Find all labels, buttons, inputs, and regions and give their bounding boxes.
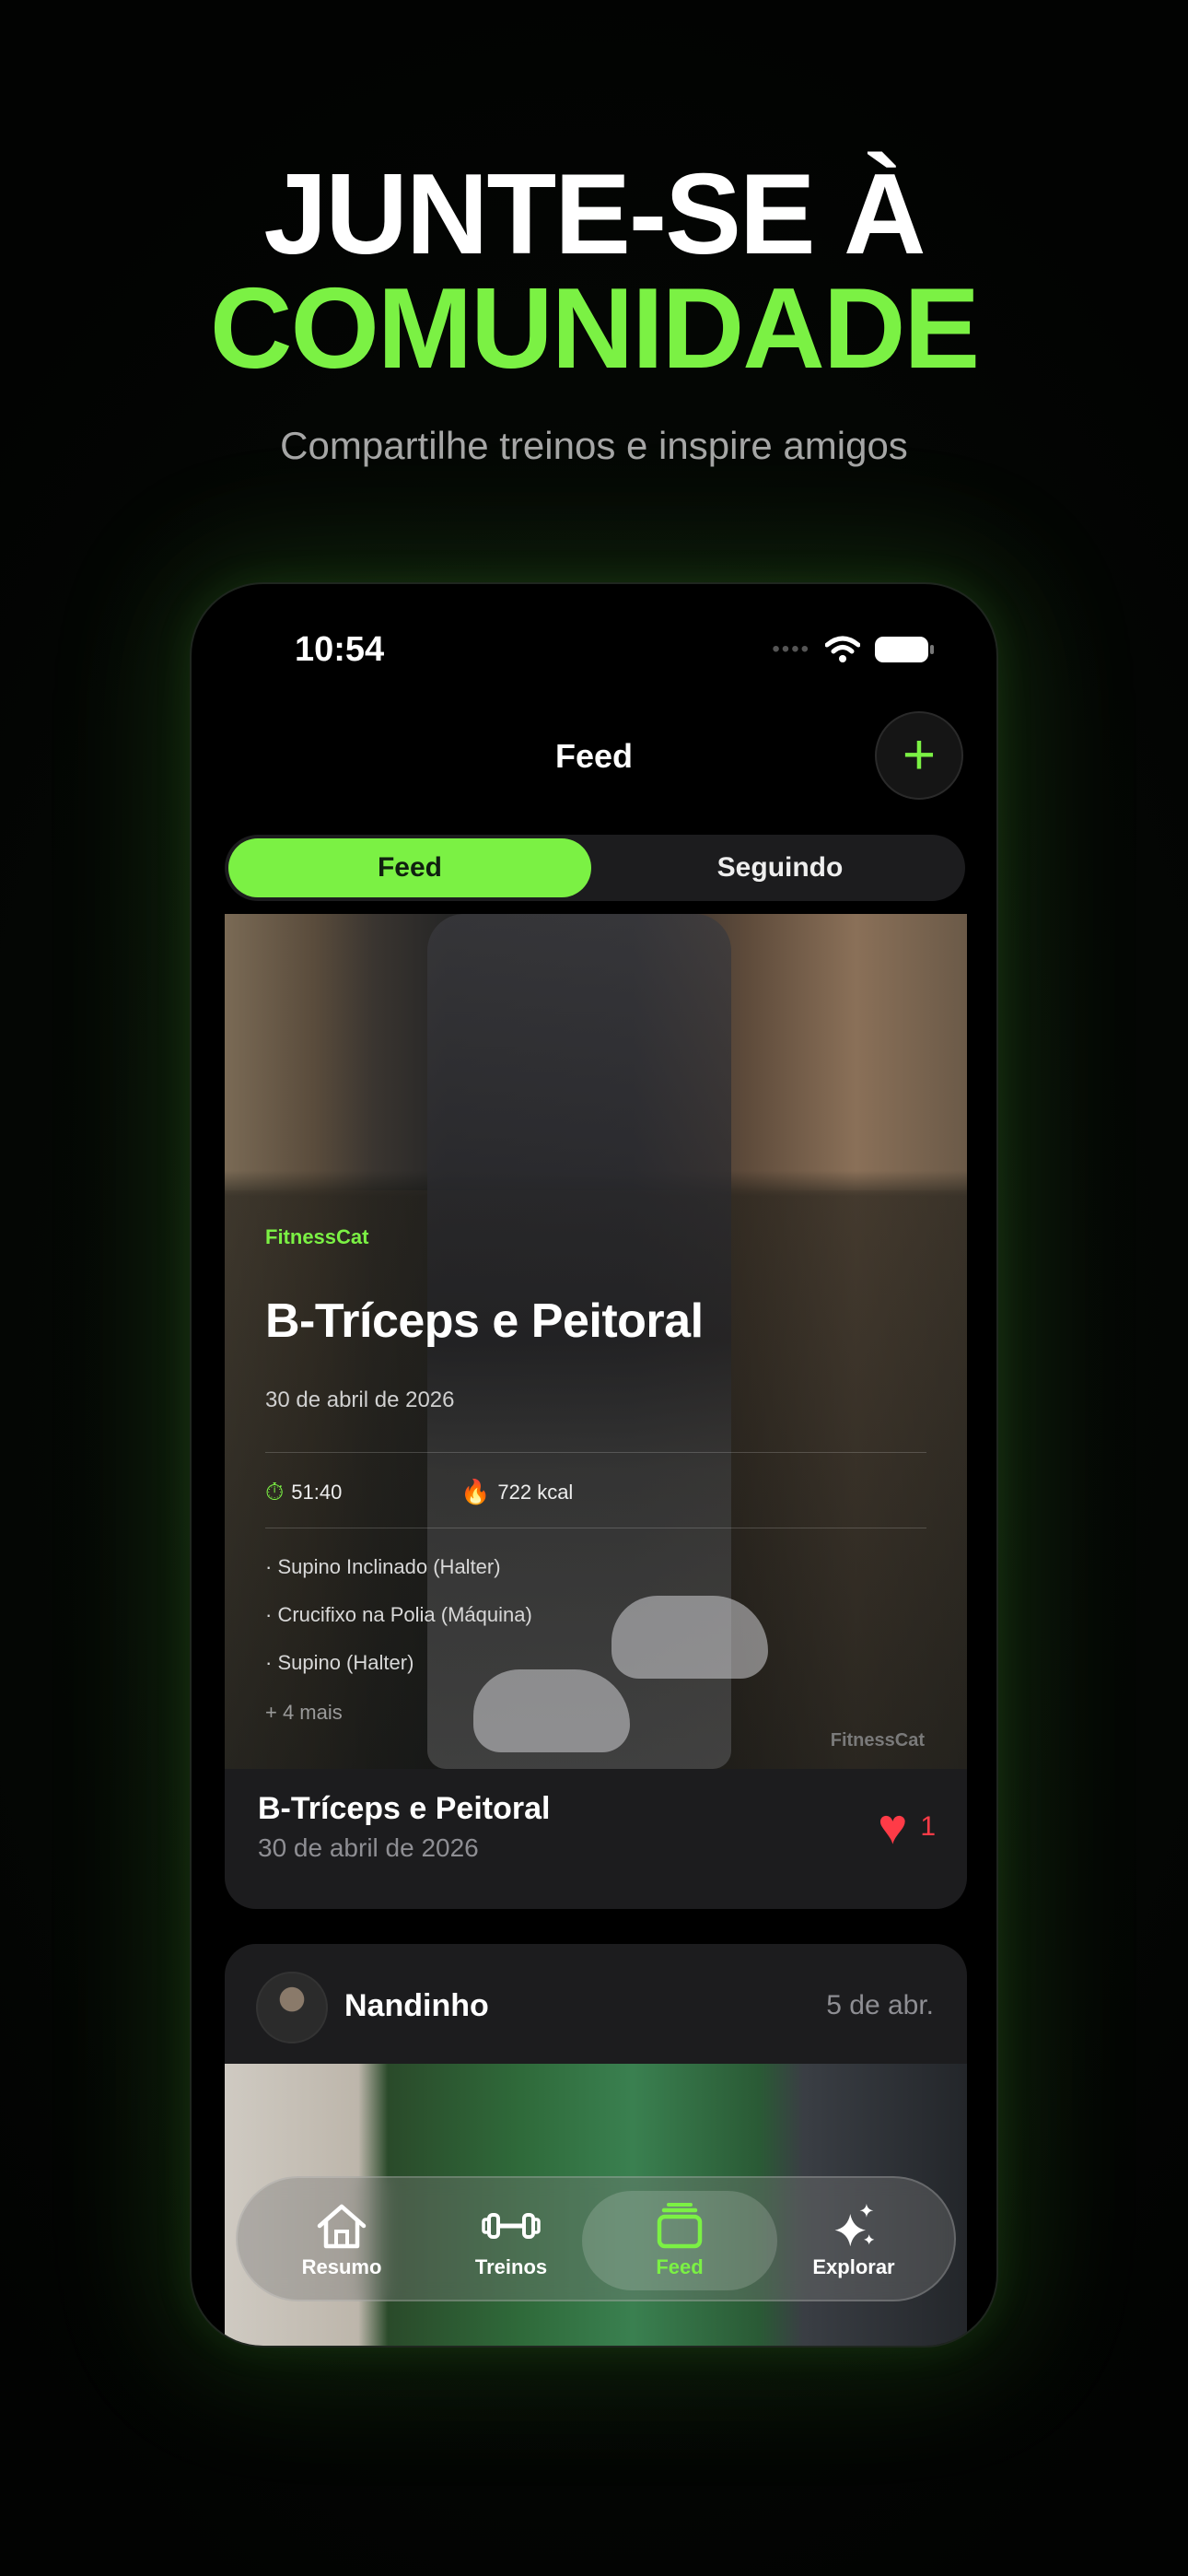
plus-icon: + (902, 723, 937, 787)
hero-headline-line1: JUNTE-SE À (263, 151, 926, 278)
status-icons: •••• (772, 636, 934, 663)
feed-icon (657, 2203, 703, 2249)
hero-subtitle: Compartilhe treinos e inspire amigos (280, 424, 908, 467)
exercise-item: · Supino (Halter) (265, 1651, 414, 1674)
divider (265, 1452, 926, 1453)
exercise-item: · Supino Inclinado (Halter) (265, 1555, 501, 1578)
heart-icon: ♥ (878, 1799, 908, 1855)
avatar[interactable] (256, 1972, 328, 2043)
post-date: 5 de abr. (826, 1990, 934, 2020)
status-time: 10:54 (295, 630, 385, 669)
like-count: 1 (920, 1811, 936, 1842)
like-button[interactable]: ♥ 1 (878, 1802, 936, 1852)
segment-seguindo[interactable]: Seguindo (599, 838, 961, 897)
calories-stat: 🔥 722 kcal (460, 1478, 573, 1506)
more-exercises: + 4 mais (265, 1701, 343, 1724)
dumbbell-icon (482, 2213, 541, 2239)
tab-explorar[interactable]: Explorar (768, 2191, 939, 2290)
overlay-workout-title: B-Tríceps e Peitoral (265, 1294, 704, 1348)
wifi-icon (825, 636, 860, 662)
hero-headline-line2: COMUNIDADE (209, 265, 980, 392)
calories-value: 722 kcal (497, 1480, 574, 1504)
sparkles-icon (834, 2203, 875, 2247)
flame-icon: 🔥 (460, 1478, 491, 1505)
workout-post-card[interactable]: FitnessCat B-Tríceps e Peitoral 30 de ab… (225, 914, 967, 1909)
post-title: B-Tríceps e Peitoral (258, 1791, 551, 1826)
phone-frame: 10:54 •••• Feed + Feed Seguindo FitnessC… (190, 582, 998, 2348)
exercise-item: · Crucifixo na Polia (Máquina) (265, 1603, 532, 1626)
overlay-workout-date: 30 de abril de 2026 (265, 1388, 455, 1412)
tab-feed[interactable]: Feed (582, 2191, 777, 2290)
watermark: FitnessCat (830, 1730, 925, 1751)
duration-stat: ⏱ 51:40 (265, 1478, 342, 1507)
overlay-username: FitnessCat (265, 1225, 369, 1248)
tab-treinos[interactable]: Treinos (425, 2191, 597, 2290)
tab-bar: Resumo Treinos Feed Explorar (236, 2176, 956, 2301)
feed-segmented-control: Feed Seguindo (225, 835, 965, 901)
tab-label: Explorar (812, 2255, 895, 2278)
battery-icon (875, 637, 934, 662)
post-date: 30 de abril de 2026 (258, 1833, 479, 1862)
timer-icon: ⏱ (265, 1478, 285, 1505)
workout-photo: FitnessCat B-Tríceps e Peitoral 30 de ab… (225, 914, 967, 1769)
signal-icon: •••• (772, 637, 810, 662)
add-post-button[interactable]: + (875, 711, 963, 800)
tab-label: Resumo (301, 2255, 382, 2278)
post-username[interactable]: Nandinho (344, 1988, 489, 2024)
tab-label: Feed (656, 2255, 704, 2278)
segment-feed[interactable]: Feed (228, 838, 591, 897)
home-icon (317, 2204, 367, 2249)
tab-label: Treinos (474, 2255, 548, 2278)
duration-value: 51:40 (291, 1481, 343, 1504)
tab-resumo[interactable]: Resumo (256, 2191, 427, 2290)
